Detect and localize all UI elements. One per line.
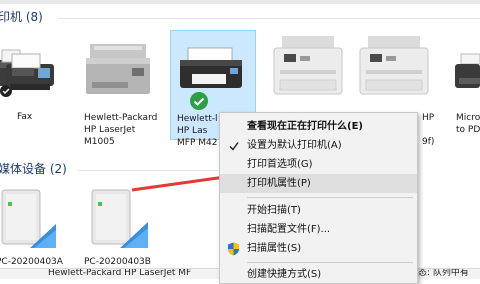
menu-item-label: 扫描配置文件(F)...	[247, 224, 331, 235]
menu-item-label: 开始扫描(T)	[247, 205, 301, 216]
shield-icon	[228, 242, 239, 256]
menu-item-scan-profiles[interactable]: 扫描配置文件(F)...	[220, 220, 417, 239]
menu-item-create-shortcut[interactable]: 创建快捷方式(S)	[220, 265, 417, 284]
check-icon	[229, 142, 239, 151]
menu-item-label: 查看现在正在打印什么(E)	[247, 121, 363, 132]
menu-item-printing-preferences[interactable]: 打印首选项(G)	[220, 155, 417, 174]
menu-item-label: 打印机属性(P)	[247, 178, 311, 189]
menu-item-label: 扫描属性(S)	[247, 243, 302, 254]
menu-item-printer-properties[interactable]: 打印机属性(P)	[220, 174, 417, 193]
menu-item-label: 设置为默认打印机(A)	[247, 140, 342, 151]
menu-item-set-default[interactable]: 设置为默认打印机(A)	[220, 136, 417, 155]
menu-item-start-scan[interactable]: 开始扫描(T)	[220, 201, 417, 220]
menu-item-label: 打印首选项(G)	[247, 159, 313, 170]
menu-item-scan-properties[interactable]: 扫描属性(S)	[220, 239, 417, 258]
menu-separator	[247, 262, 413, 263]
menu-item-label: 创建快捷方式(S)	[247, 269, 322, 280]
menu-item-see-printing[interactable]: 查看现在正在打印什么(E)	[220, 117, 417, 136]
context-menu: 查看现在正在打印什么(E) 设置为默认打印机(A) 打印首选项(G) 打印机属性…	[219, 112, 418, 284]
menu-separator	[247, 197, 413, 198]
